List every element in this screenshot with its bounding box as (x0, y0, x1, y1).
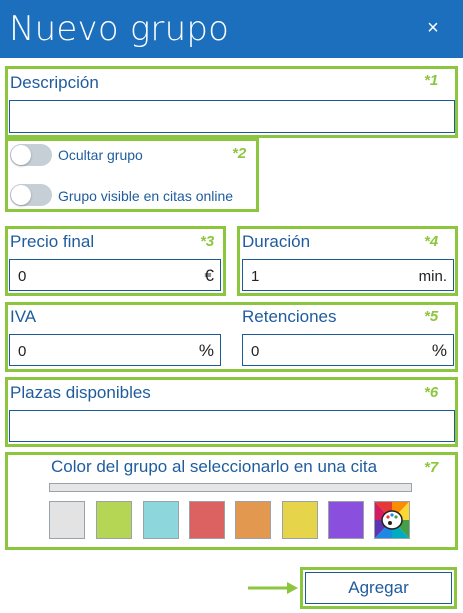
color-swatch-gray[interactable] (49, 501, 85, 539)
duracion-label: Duración (242, 232, 311, 251)
precio-label: Precio final (10, 232, 95, 251)
color-label: Color del grupo al seleccionarlo en una … (51, 457, 378, 476)
close-icon[interactable]: × (420, 14, 446, 42)
toggle-grupo-visible[interactable] (10, 184, 52, 206)
iva-input[interactable]: 0 % (9, 334, 221, 366)
palette-icon-graphic (375, 502, 409, 538)
toggle-knob (11, 145, 31, 165)
annotation-mark-3: *3 (200, 233, 215, 250)
ocultar-grupo-label: Ocultar grupo (58, 147, 143, 163)
arrow-right-icon (248, 582, 298, 594)
iva-label: IVA (10, 307, 37, 326)
euro-unit: € (204, 266, 214, 285)
toggle-ocultar-grupo[interactable] (10, 144, 52, 166)
duracion-value: 1 (251, 268, 260, 285)
annotation-mark-1: *1 (424, 72, 439, 89)
retenciones-value: 0 (251, 343, 260, 360)
annotation-mark-5: *5 (424, 308, 439, 325)
percent-unit: % (431, 341, 447, 360)
palette-icon[interactable] (374, 501, 410, 539)
duracion-input[interactable]: 1 min. (242, 259, 454, 291)
dialog-title: Nuevo grupo (9, 9, 230, 49)
descripcion-input[interactable] (9, 100, 455, 133)
annotation-mark-6: *6 (424, 384, 439, 401)
iva-value: 0 (18, 343, 27, 360)
percent-unit: % (198, 341, 214, 360)
retenciones-label: Retenciones (242, 307, 337, 326)
annotation-mark-4: *4 (424, 233, 439, 250)
grupo-visible-label: Grupo visible en citas online (58, 188, 234, 204)
annotation-mark-7: *7 (424, 459, 439, 476)
dialog-header: Nuevo grupo × (0, 0, 463, 58)
color-swatch-cyan[interactable] (143, 501, 179, 539)
color-preview-bar (49, 483, 412, 492)
toggle-knob (11, 185, 31, 205)
color-swatch-lime[interactable] (96, 501, 132, 539)
color-swatch-red[interactable] (189, 501, 225, 539)
min-unit: min. (418, 268, 447, 285)
add-button[interactable]: Agregar (305, 572, 452, 604)
plazas-input[interactable] (9, 410, 455, 442)
annotation-mark-2: *2 (232, 145, 247, 162)
color-swatch-purple[interactable] (328, 501, 364, 539)
retenciones-input[interactable]: 0 % (242, 334, 454, 366)
color-swatch-yellow[interactable] (282, 501, 318, 539)
descripcion-label: Descripción (10, 73, 99, 92)
color-swatch-orange[interactable] (235, 501, 271, 539)
precio-value: 0 (18, 268, 27, 285)
plazas-label: Plazas disponibles (10, 383, 151, 402)
precio-input[interactable]: 0 € (9, 259, 221, 291)
